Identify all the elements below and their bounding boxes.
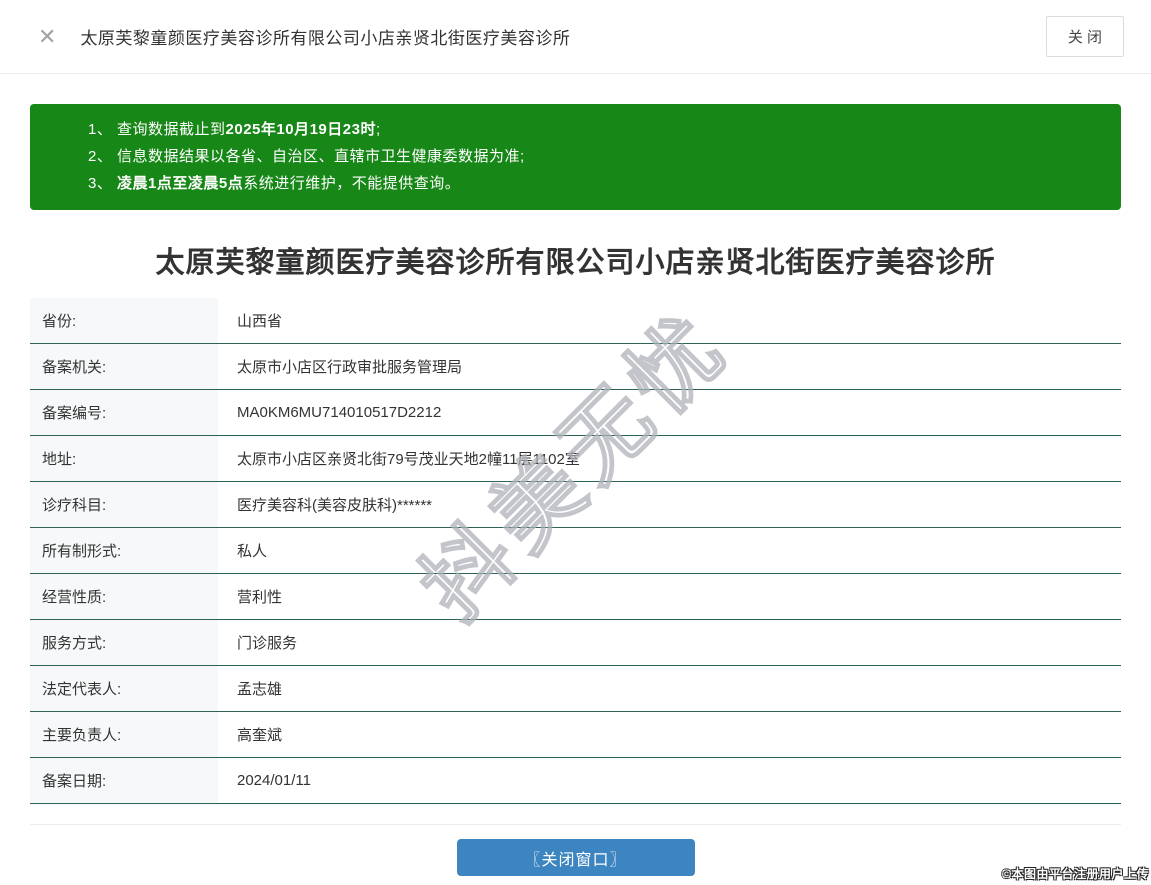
table-row-business-nature: 经营性质: 营利性 bbox=[30, 574, 1121, 620]
upload-copyright-note: ©本图由平台注册用户上传 bbox=[1002, 867, 1149, 881]
row-value: 营利性 bbox=[237, 589, 283, 606]
row-label: 经营性质: bbox=[30, 574, 218, 619]
row-value: 孟志雄 bbox=[237, 681, 283, 698]
header-close-button[interactable]: 关 闭 bbox=[1045, 16, 1124, 57]
table-row-legal-representative: 法定代表人: 孟志雄 bbox=[30, 666, 1121, 712]
table-row-filing-authority: 备案机关: 太原市小店区行政审批服务管理局 bbox=[30, 344, 1121, 390]
notice-banner: 1、 查询数据截止到2025年10月19日23时; 2、 信息数据结果以各省、自… bbox=[30, 104, 1121, 210]
row-label: 备案编号: bbox=[30, 390, 218, 435]
row-value: 2024/01/11 bbox=[237, 772, 311, 789]
row-value: 医疗美容科(美容皮肤科)****** bbox=[237, 497, 433, 514]
footer-bar: 〖关闭窗口〗 bbox=[30, 824, 1121, 876]
row-label: 所有制形式: bbox=[30, 528, 218, 573]
row-label: 诊疗科目: bbox=[30, 482, 218, 527]
table-row-filing-date: 备案日期: 2024/01/11 bbox=[30, 758, 1121, 804]
close-x-icon[interactable]: ✕ bbox=[38, 25, 56, 48]
notice-line-3: 3、 凌晨1点至凌晨5点系统进行维护，不能提供查询。 bbox=[88, 170, 1101, 197]
table-row-filing-number: 备案编号: MA0KM6MU714010517D2212 bbox=[30, 390, 1121, 436]
notice-line-2: 2、 信息数据结果以各省、自治区、直辖市卫生健康委数据为准; bbox=[88, 143, 1101, 170]
table-row-address: 地址: 太原市小店区亲贤北街79号茂业天地2幢11层1102室 bbox=[30, 436, 1121, 482]
notice-text: 3、 bbox=[88, 175, 118, 192]
notice-text: 1、 查询数据截止到 bbox=[88, 121, 226, 138]
main-content: 1、 查询数据截止到2025年10月19日23时; 2、 信息数据结果以各省、自… bbox=[0, 74, 1151, 876]
modal-header: ✕ 太原芙黎童颜医疗美容诊所有限公司小店亲贤北街医疗美容诊所 关 闭 bbox=[0, 0, 1151, 74]
table-row-province: 省份: 山西省 bbox=[30, 298, 1121, 344]
row-value: 太原市小店区亲贤北街79号茂业天地2幢11层1102室 bbox=[237, 451, 580, 468]
table-row-main-person-in-charge: 主要负责人: 高奎斌 bbox=[30, 712, 1121, 758]
notice-bold-text: 凌晨1点至凌晨5点 bbox=[117, 175, 244, 192]
row-value: 太原市小店区行政审批服务管理局 bbox=[237, 359, 463, 376]
row-label: 服务方式: bbox=[30, 620, 218, 665]
row-value: MA0KM6MU714010517D2212 bbox=[237, 404, 442, 421]
row-value: 私人 bbox=[237, 543, 268, 560]
row-value: 门诊服务 bbox=[237, 635, 298, 652]
table-row-service-mode: 服务方式: 门诊服务 bbox=[30, 620, 1121, 666]
notice-bold-text: 2025年10月19日23时 bbox=[225, 121, 376, 138]
row-label: 地址: bbox=[30, 436, 218, 481]
row-label: 主要负责人: bbox=[30, 712, 218, 757]
table-row-ownership: 所有制形式: 私人 bbox=[30, 528, 1121, 574]
row-label: 省份: bbox=[30, 298, 218, 343]
notice-text: ; bbox=[375, 121, 381, 138]
notice-line-1: 1、 查询数据截止到2025年10月19日23时; bbox=[88, 116, 1101, 143]
row-label: 法定代表人: bbox=[30, 666, 218, 711]
row-value: 高奎斌 bbox=[237, 727, 283, 744]
table-row-medical-subjects: 诊疗科目: 医疗美容科(美容皮肤科)****** bbox=[30, 482, 1121, 528]
info-table: 省份: 山西省 备案机关: 太原市小店区行政审批服务管理局 备案编号: MA0K… bbox=[30, 298, 1121, 804]
header-title: 太原芙黎童颜医疗美容诊所有限公司小店亲贤北街医疗美容诊所 bbox=[80, 29, 571, 48]
row-label: 备案日期: bbox=[30, 758, 218, 803]
notice-text: 2、 信息数据结果以各省、自治区、直辖市卫生健康委数据为准; bbox=[88, 148, 525, 165]
row-label: 备案机关: bbox=[30, 344, 218, 389]
close-window-button[interactable]: 〖关闭窗口〗 bbox=[456, 839, 695, 876]
page-title: 太原芙黎童颜医疗美容诊所有限公司小店亲贤北街医疗美容诊所 bbox=[155, 247, 996, 279]
notice-text: 系统进行维护，不能提供查询。 bbox=[243, 175, 461, 192]
row-value: 山西省 bbox=[237, 313, 283, 330]
